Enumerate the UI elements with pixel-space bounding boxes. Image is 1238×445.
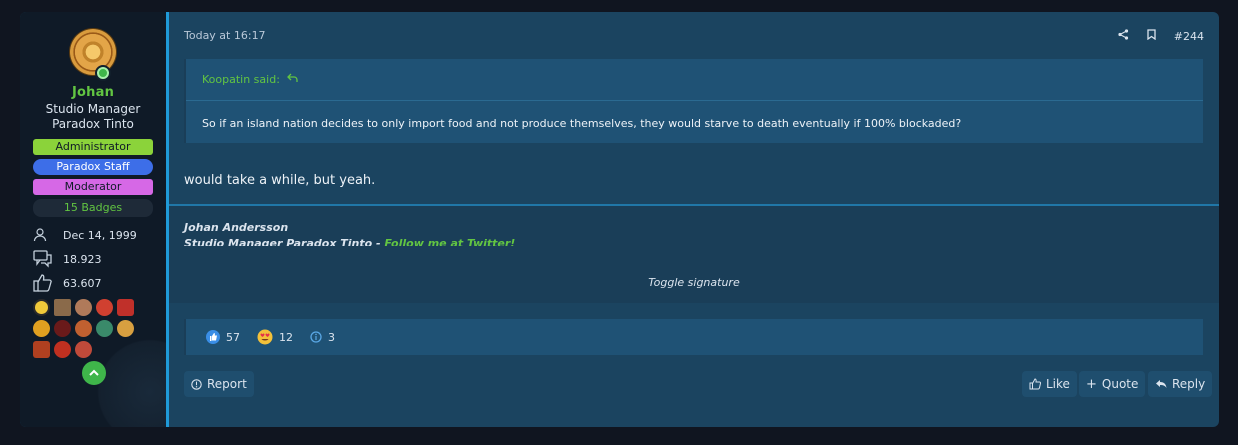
stat-joined: Dec 14, 1999	[33, 223, 153, 247]
go-to-quote-icon[interactable]	[287, 73, 299, 86]
post-timestamp[interactable]: Today at 16:17	[184, 29, 266, 42]
post-content: Today at 16:17 #244 Koopatin said: So if…	[166, 12, 1219, 427]
info-count: 3	[328, 330, 335, 344]
quote-text: So if an island nation decides to only i…	[202, 117, 962, 130]
reactions-bar[interactable]: 57 12 3	[184, 319, 1203, 355]
trophy-chest-icon[interactable]	[33, 341, 50, 358]
online-status-icon	[95, 65, 111, 81]
plus-icon: +	[1086, 376, 1097, 392]
user-title-line1: Studio Manager	[45, 102, 141, 116]
person-icon	[33, 225, 55, 245]
forum-post: Johan Studio Manager Paradox Tinto Admin…	[20, 12, 1219, 427]
username[interactable]: Johan	[72, 85, 114, 100]
post-actions: #244	[1118, 29, 1204, 43]
info-reaction-icon	[310, 331, 322, 343]
signature-line: Studio Manager Paradox Tinto - Follow me…	[184, 237, 515, 246]
trophy-d-icon[interactable]	[33, 299, 50, 316]
twitter-link[interactable]: Follow me at Twitter!	[384, 237, 515, 246]
trophy-map-icon[interactable]	[54, 299, 71, 316]
trophy-emblem-icon[interactable]	[75, 341, 92, 358]
thumbs-up-icon	[33, 273, 55, 293]
quote-label: Quote	[1101, 377, 1139, 391]
user-stats: Dec 14, 1999 18.923 63.607	[33, 223, 153, 295]
report-label: Report	[207, 377, 247, 391]
chevron-up-icon	[89, 369, 99, 376]
like-label: Like	[1046, 377, 1070, 391]
like-button[interactable]: Like	[1022, 371, 1077, 397]
paradox-staff-banner: Paradox Staff	[33, 159, 153, 175]
chat-bubbles-icon	[33, 249, 55, 269]
signature-text: Studio Manager Paradox Tinto -	[184, 237, 385, 246]
reaction-score: 63.607	[63, 276, 102, 290]
moderator-banner: Moderator	[33, 179, 153, 195]
thumbs-up-icon	[1029, 378, 1041, 390]
bookmark-icon[interactable]	[1147, 29, 1156, 43]
share-icon[interactable]	[1118, 29, 1129, 43]
administrator-banner: Administrator	[33, 139, 153, 155]
user-title: Studio Manager Paradox Tinto	[46, 102, 141, 132]
signature: Johan Andersson Studio Manager Paradox T…	[169, 204, 1219, 303]
trophy-dark-icon[interactable]	[54, 320, 71, 337]
post-number[interactable]: #244	[1174, 30, 1204, 43]
user-title-line2: Paradox Tinto	[52, 117, 134, 131]
post-header: Today at 16:17 #244	[184, 29, 1204, 43]
scroll-up-button[interactable]	[82, 361, 106, 385]
reaction-love[interactable]: 12	[257, 329, 293, 345]
reply-button[interactable]: Reply	[1148, 371, 1213, 397]
trophy-eagle-icon[interactable]	[75, 299, 92, 316]
reply-label: Reply	[1172, 377, 1206, 391]
message-body: would take a while, but yeah.	[184, 173, 376, 188]
quote-author[interactable]: Koopatin said:	[202, 73, 280, 86]
trophy-shield-icon[interactable]	[117, 299, 134, 316]
report-button[interactable]: Report	[184, 371, 254, 397]
quote-block: Koopatin said: So if an island nation de…	[184, 59, 1203, 143]
stat-messages: 18.923	[33, 247, 153, 271]
report-icon	[191, 378, 202, 390]
like-count: 57	[226, 330, 240, 344]
reaction-info[interactable]: 3	[310, 331, 335, 344]
joined-date: Dec 14, 1999	[63, 228, 137, 242]
love-reaction-icon	[257, 329, 273, 345]
reply-icon	[1156, 380, 1167, 388]
trophy-star-icon[interactable]	[75, 320, 92, 337]
toggle-signature-button[interactable]: Toggle signature	[169, 276, 1219, 289]
reaction-like[interactable]: 57	[206, 330, 240, 344]
trophy-dragon-icon[interactable]	[96, 299, 113, 316]
love-count: 12	[279, 330, 293, 344]
user-info-column: Johan Studio Manager Paradox Tinto Admin…	[20, 12, 166, 427]
message-count: 18.923	[63, 252, 102, 266]
like-reaction-icon	[206, 330, 220, 344]
trophy-crown-icon[interactable]	[33, 320, 50, 337]
trophy-bird-icon[interactable]	[96, 320, 113, 337]
signature-name: Johan Andersson	[184, 221, 289, 234]
stat-reactions: 63.607	[33, 271, 153, 295]
quote-button[interactable]: + Quote	[1079, 371, 1146, 397]
badges-link[interactable]: 15 Badges	[33, 199, 153, 217]
avatar[interactable]	[70, 29, 116, 81]
quote-header[interactable]: Koopatin said:	[186, 59, 1203, 101]
trophy-flag-icon[interactable]	[54, 341, 71, 358]
post-footer: Report Like + Quote Reply	[184, 371, 1213, 397]
